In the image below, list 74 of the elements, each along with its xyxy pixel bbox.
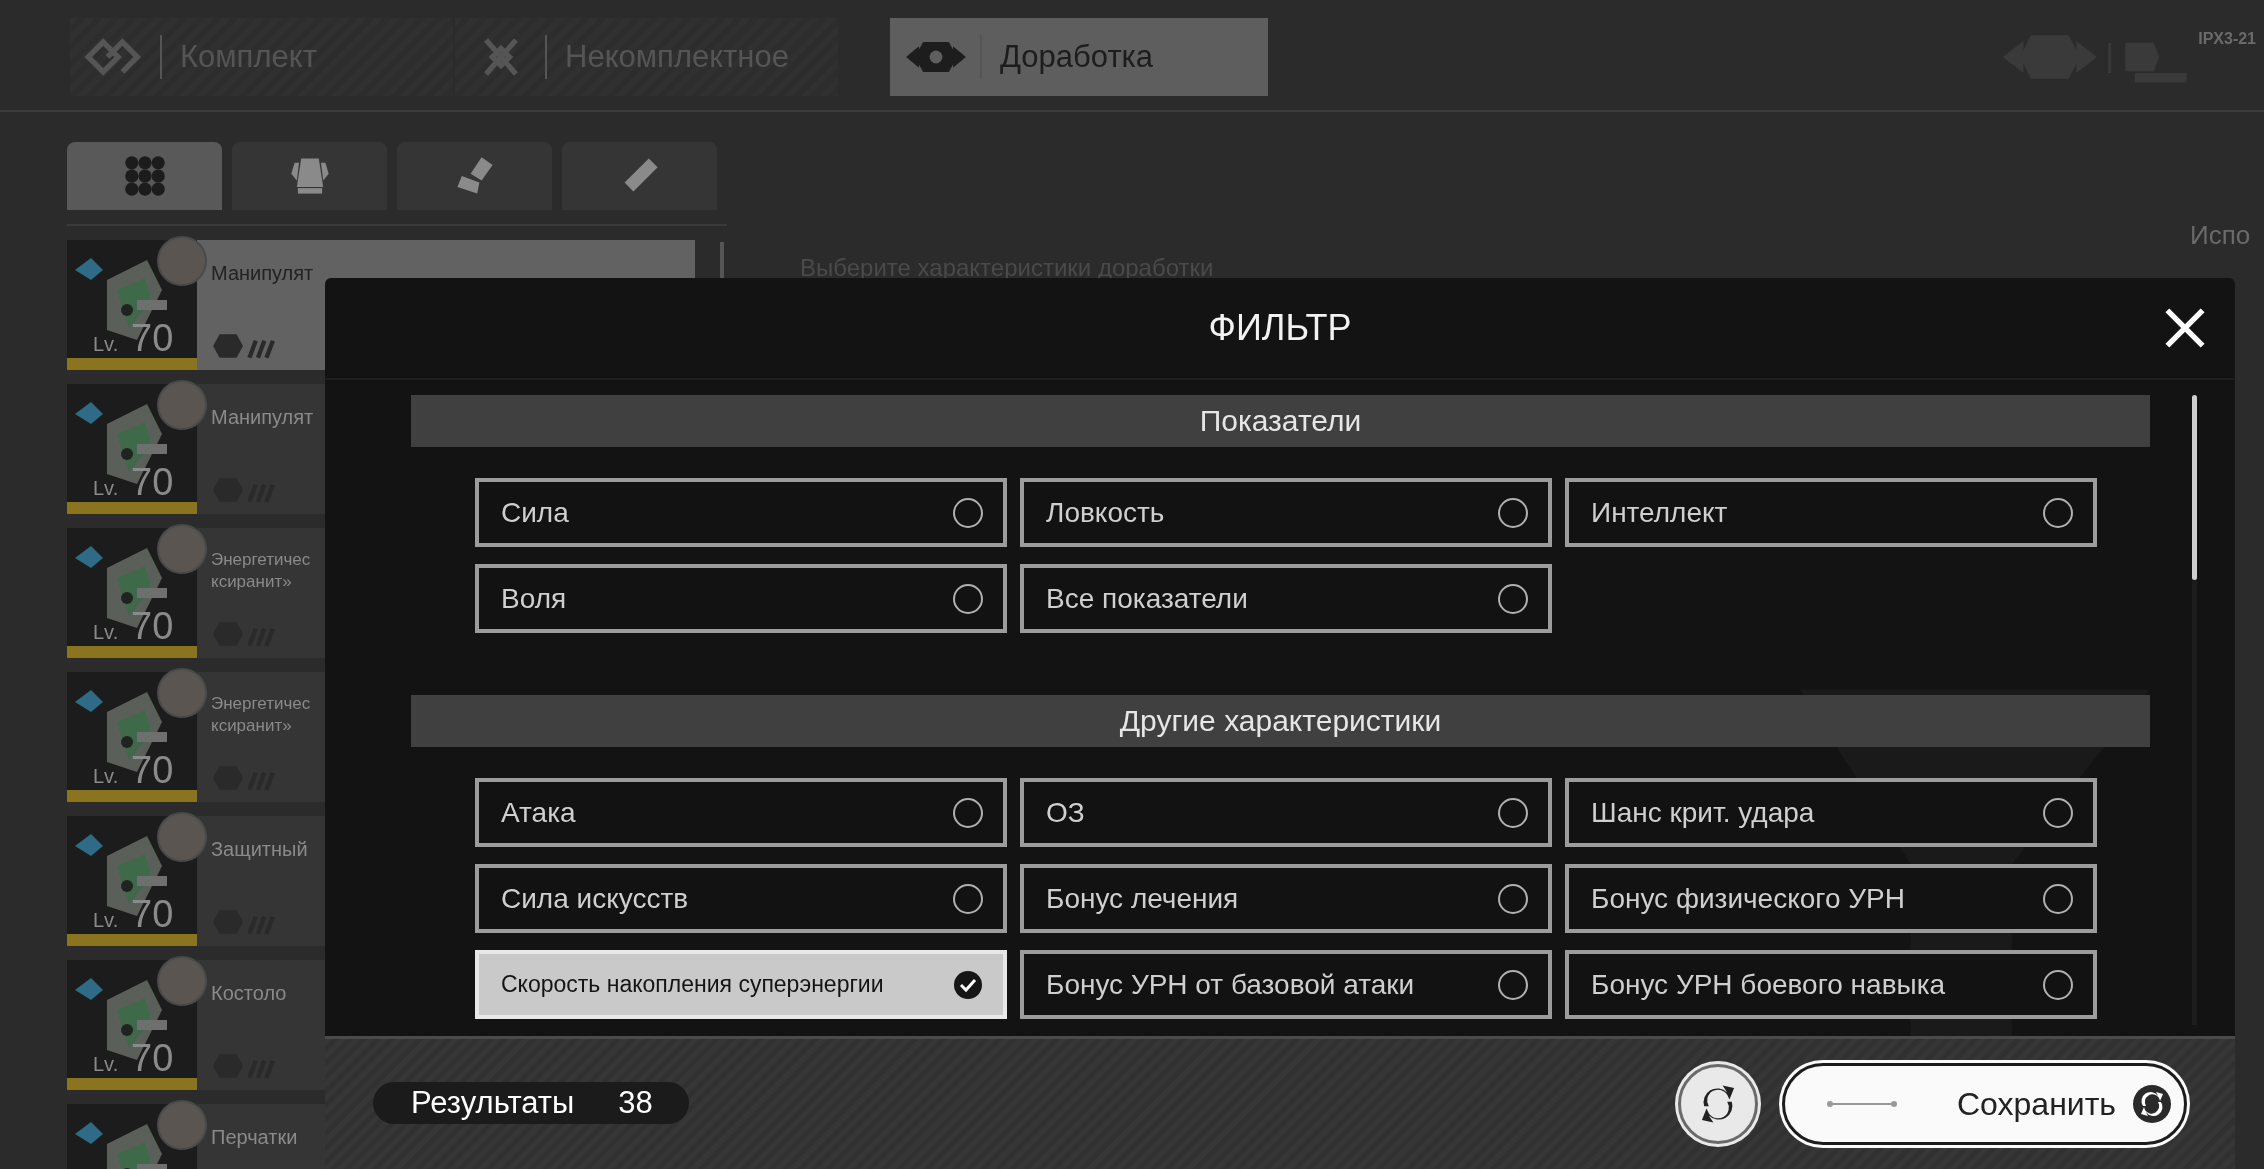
avatar: [157, 812, 207, 862]
radio-icon: [2043, 797, 2073, 828]
equipment-name: ксиранит»: [211, 716, 293, 736]
radio-icon: [953, 583, 983, 614]
filter-option[interactable]: Все показатели: [1020, 564, 1552, 633]
side-label: Испо: [2190, 220, 2251, 251]
radio-icon: [2043, 497, 2073, 528]
radio-icon: [1498, 883, 1528, 914]
level-prefix: Lv.: [93, 333, 119, 356]
level-number: 70: [131, 461, 174, 504]
equipment-name: Манипулят: [211, 406, 314, 429]
filter-option[interactable]: Скорость накопления суперэнергии: [475, 950, 1007, 1019]
radio-icon: [1498, 969, 1528, 1000]
filter-option[interactable]: Сила искусств: [475, 864, 1007, 933]
equipment-name: Манипулят: [211, 262, 314, 285]
results-label: Результаты: [411, 1085, 575, 1121]
avatar: [157, 668, 207, 718]
section-header: Показатели: [411, 395, 2150, 447]
avatar: [157, 524, 207, 574]
radio-icon: [2043, 969, 2073, 1000]
refresh-icon: [2132, 1084, 2172, 1124]
level-number: 70: [131, 749, 174, 792]
equipment-name: Энергетичес: [211, 550, 311, 570]
filter-option[interactable]: Ловкость: [1020, 478, 1552, 547]
radio-icon: [953, 797, 983, 828]
level-prefix: Lv.: [93, 909, 119, 932]
dialog-title: ФИЛЬТР: [1208, 307, 1352, 349]
radio-icon: [1498, 497, 1528, 528]
filter-option[interactable]: ОЗ: [1020, 778, 1552, 847]
radio-icon: [1498, 583, 1528, 614]
level-number: 70: [131, 893, 174, 936]
scrollbar[interactable]: [2192, 395, 2197, 1025]
filter-option[interactable]: Бонус физического УРН: [1565, 864, 2097, 933]
avatar: [157, 380, 207, 430]
radio-icon: [953, 497, 983, 528]
filter-option[interactable]: Воля: [475, 564, 1007, 633]
filter-option[interactable]: Атака: [475, 778, 1007, 847]
level-number: 70: [131, 1037, 174, 1080]
results-count: 38: [618, 1085, 653, 1121]
radio-icon: [1498, 797, 1528, 828]
dots-grid-icon: [122, 154, 167, 198]
category-tab[interactable]: [67, 142, 222, 210]
level-prefix: Lv.: [93, 765, 119, 788]
category-tab[interactable]: [397, 142, 552, 210]
filter-option[interactable]: Сила: [475, 478, 1007, 547]
equipment-name: Перчатки: [211, 1126, 298, 1149]
level-prefix: Lv.: [93, 477, 119, 500]
category-tab[interactable]: [232, 142, 387, 210]
equipment-name: Защитный: [211, 838, 308, 861]
category-tab[interactable]: [562, 142, 717, 210]
section-header: Другие характеристики: [411, 695, 2150, 747]
radio-icon: [953, 883, 983, 914]
filter-option[interactable]: Бонус лечения: [1020, 864, 1552, 933]
equipment-name: Энергетичес: [211, 694, 311, 714]
level-number: 70: [131, 317, 174, 360]
level-number: 70: [131, 605, 174, 648]
check-icon: [953, 969, 983, 1000]
reset-button[interactable]: [1678, 1064, 1758, 1144]
radio-icon: [2043, 883, 2073, 914]
level-prefix: Lv.: [93, 1053, 119, 1076]
avatar: [157, 956, 207, 1006]
filter-option[interactable]: Бонус УРН от базовой атаки: [1020, 950, 1552, 1019]
save-button[interactable]: Сохранить: [1782, 1063, 2187, 1145]
line-icon: [1827, 1099, 1897, 1109]
avatar: [157, 236, 207, 286]
equipment-name: ксиранит»: [211, 572, 293, 592]
filter-option[interactable]: Шанс крит. удара: [1565, 778, 2097, 847]
equipment-name: Костоло: [211, 982, 287, 1005]
code-label: IPX3-21: [2198, 30, 2256, 48]
avatar: [157, 1100, 207, 1150]
filter-option[interactable]: Интеллект: [1565, 478, 2097, 547]
close-button[interactable]: [2163, 306, 2207, 350]
level-prefix: Lv.: [93, 621, 119, 644]
filter-option[interactable]: Бонус УРН боевого навыка: [1565, 950, 2097, 1019]
